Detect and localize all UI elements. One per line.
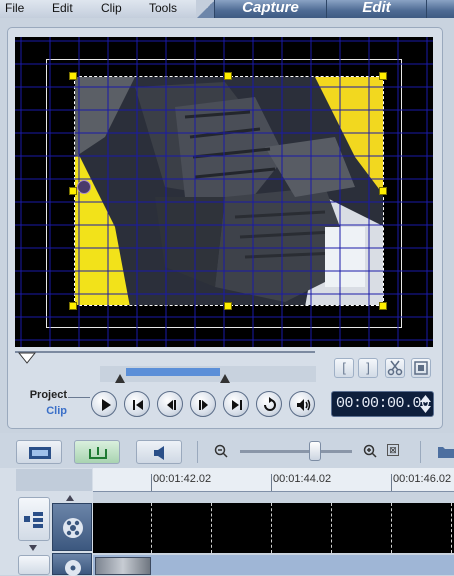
- toolbar-separator: [197, 441, 198, 463]
- mode-connector: [68, 397, 90, 398]
- home-button[interactable]: [124, 391, 150, 417]
- storyboard-view-button[interactable]: [16, 440, 62, 464]
- timeline-view-button[interactable]: [74, 440, 120, 464]
- tab-edit[interactable]: Edit: [326, 0, 426, 18]
- skip-end-icon: [232, 400, 242, 410]
- previous-frame-button[interactable]: [157, 391, 183, 417]
- audio-view-button[interactable]: [136, 440, 182, 464]
- track-gridline: [391, 503, 392, 553]
- filmstrip-icon: [29, 447, 51, 459]
- resize-handle-bottom-left[interactable]: [69, 302, 77, 310]
- audio-icon: [154, 446, 164, 460]
- ruler-label-3: 00:01:46.02: [393, 473, 452, 485]
- menu-clip[interactable]: Clip: [101, 1, 122, 15]
- resize-handle-left[interactable]: [69, 187, 77, 195]
- resize-handle-right[interactable]: [379, 187, 387, 195]
- mark-out-button[interactable]: ]: [358, 358, 378, 378]
- rotation-handle-icon[interactable]: [77, 180, 91, 194]
- ruler-corner: [16, 469, 92, 491]
- menu-file[interactable]: File: [5, 1, 24, 15]
- ruler-tick: [151, 474, 152, 491]
- fullscreen-button[interactable]: [411, 358, 431, 378]
- menu-tools[interactable]: Tools: [149, 1, 177, 15]
- ruler-label-1: 00:01:42.02: [153, 473, 212, 485]
- track-manager-icon: [24, 512, 43, 528]
- video-track[interactable]: [93, 503, 454, 553]
- previous-frame-icon: [167, 400, 176, 410]
- track-gridline: [211, 503, 212, 553]
- track-gridline: [271, 503, 272, 553]
- scrubber-knob-icon[interactable]: [18, 352, 36, 364]
- track-manager-button[interactable]: [18, 497, 50, 541]
- overlay-track-header[interactable]: [52, 553, 92, 576]
- trim-selection[interactable]: [126, 368, 220, 376]
- trim-in-marker-icon[interactable]: [115, 374, 125, 383]
- ruler-label-2: 00:01:44.02: [273, 473, 332, 485]
- cut-clip-button[interactable]: [385, 358, 405, 378]
- scroll-down-icon[interactable]: [28, 544, 38, 552]
- folder-icon[interactable]: [436, 442, 454, 460]
- tab-corner: [196, 0, 216, 18]
- scissors-icon: [387, 360, 403, 376]
- film-reel-icon: [63, 518, 83, 538]
- clip-mode-label[interactable]: Clip: [7, 405, 67, 417]
- project-mode-label[interactable]: Project: [7, 389, 67, 401]
- play-button[interactable]: [91, 391, 117, 417]
- fullscreen-icon: [414, 361, 428, 375]
- repeat-button[interactable]: [256, 391, 282, 417]
- repeat-icon: [264, 397, 276, 411]
- end-button[interactable]: [223, 391, 249, 417]
- menu-edit[interactable]: Edit: [52, 1, 73, 15]
- play-icon: [102, 399, 111, 411]
- track-options-button[interactable]: [18, 555, 50, 575]
- grid-overlay: [15, 37, 433, 347]
- tab-next[interactable]: [426, 0, 454, 18]
- resize-handle-top-right[interactable]: [379, 72, 387, 80]
- skip-start-icon: [133, 400, 143, 410]
- timeline-icon: [89, 447, 107, 459]
- resize-handle-top[interactable]: [224, 72, 232, 80]
- clip-thumbnail[interactable]: [95, 557, 151, 575]
- next-frame-icon: [199, 400, 208, 410]
- speaker-icon: [297, 399, 311, 411]
- toolbar-separator-2: [420, 441, 421, 463]
- zoom-slider-track[interactable]: [240, 450, 352, 453]
- trim-out-marker-icon[interactable]: [220, 374, 230, 383]
- ruler-tick: [271, 474, 272, 491]
- timecode-spinner-icon[interactable]: [419, 393, 432, 415]
- track-gridline: [331, 503, 332, 553]
- volume-button[interactable]: [289, 391, 315, 417]
- resize-handle-bottom-right[interactable]: [379, 302, 387, 310]
- scrubber-track[interactable]: [15, 351, 315, 353]
- fit-project-icon[interactable]: ⊠: [387, 444, 399, 456]
- zoom-slider-knob[interactable]: [309, 441, 321, 461]
- track-gridline: [151, 503, 152, 553]
- tab-capture[interactable]: Capture: [214, 0, 326, 18]
- ruler-tick: [391, 474, 392, 491]
- scroll-up-icon[interactable]: [65, 494, 75, 502]
- zoom-in-icon[interactable]: [363, 444, 377, 458]
- resize-handle-bottom[interactable]: [224, 302, 232, 310]
- mark-in-button[interactable]: [: [334, 358, 354, 378]
- next-frame-button[interactable]: [190, 391, 216, 417]
- video-track-header[interactable]: [52, 503, 92, 551]
- film-reel-icon-2: [65, 560, 81, 576]
- zoom-out-icon[interactable]: [214, 444, 228, 458]
- resize-handle-top-left[interactable]: [69, 72, 77, 80]
- track-gridline: [451, 503, 452, 553]
